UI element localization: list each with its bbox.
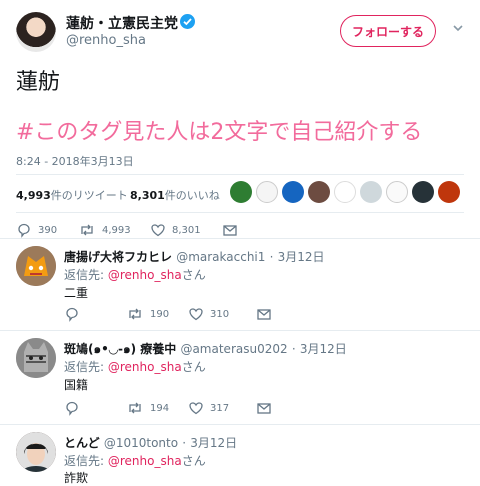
liker-avatar[interactable] (334, 181, 356, 203)
tweet-stats: 4,993件のリツイート 8,301件のいいね (16, 178, 464, 208)
tweet-header: 蓮舫・立憲民主党 @renho_sha フォローする (0, 0, 480, 60)
reply-to-suffix: さん (181, 360, 206, 374)
mail-icon (257, 403, 271, 414)
direct-message-button[interactable] (222, 222, 244, 238)
reply-avatar[interactable] (16, 338, 56, 378)
liker-avatar[interactable] (412, 181, 434, 203)
divider (0, 238, 480, 239)
reply-avatar[interactable] (16, 246, 56, 286)
retweet-button[interactable]: 194 (126, 400, 169, 416)
liker-avatar[interactable] (230, 181, 252, 203)
reply-text: 詐欺 (64, 471, 89, 485)
like-count: 317 (210, 402, 230, 414)
reply-icon (66, 307, 78, 322)
hashtag-link[interactable]: #このタグ見た人は2文字で自己紹介する (16, 114, 422, 146)
retweet-stat[interactable]: 4,993件のリツイート (16, 187, 128, 203)
reply-avatar[interactable] (16, 432, 56, 472)
reply-to-line: 返信先: @renho_shaさん (64, 452, 206, 469)
mail-icon (223, 225, 237, 236)
reply-date[interactable]: 3月12日 (300, 342, 347, 356)
tweet-text: 蓮舫 (16, 70, 61, 95)
retweet-count-label: 件のリツイート (50, 189, 128, 202)
reply-icon (66, 401, 78, 416)
divider (16, 212, 464, 213)
retweet-count: 4,993 (16, 189, 51, 202)
reply-to-suffix: さん (181, 268, 206, 282)
liker-avatar[interactable] (308, 181, 330, 203)
mention-link[interactable]: @renho_sha (108, 268, 182, 282)
divider (16, 174, 464, 175)
direct-message-button[interactable] (256, 400, 278, 416)
like-stat[interactable]: 8,301件のいいね (130, 187, 220, 203)
heart-icon (189, 308, 203, 321)
mention-link[interactable]: @renho_sha (108, 360, 182, 374)
reply-author[interactable]: 斑鳩(๑•◡-๑) 療養中 @amaterasu0202 · 3月12日 (64, 340, 347, 359)
retweet-icon (81, 224, 93, 236)
cat-avatar-icon (16, 338, 56, 378)
chevron-down-icon[interactable] (452, 22, 464, 34)
reply-author[interactable]: 唐揚げ大将フカヒレ @marakacchi1 · 3月12日 (64, 248, 325, 265)
person-avatar-icon (16, 432, 56, 472)
retweet-icon (129, 402, 141, 414)
reply-author-name: 斑鳩(๑•◡-๑) 療養中 (64, 342, 177, 356)
verified-badge-icon (180, 14, 195, 29)
reply-to-prefix: 返信先: (64, 454, 105, 468)
reply-separator: · (269, 250, 274, 264)
reply-button[interactable] (64, 306, 86, 322)
liker-avatar[interactable] (386, 181, 408, 203)
reply-icon (18, 223, 30, 238)
reply-button[interactable]: 390 (16, 222, 57, 238)
reply-author-name: とんど (64, 436, 100, 450)
reply-author[interactable]: とんど @1010tonto · 3月12日 (64, 434, 237, 451)
reply-handle: @1010tonto (103, 436, 179, 450)
reply-text: 国籍 (64, 378, 89, 392)
retweet-button[interactable]: 190 (126, 306, 169, 322)
retweet-count: 4,993 (102, 224, 131, 236)
avatar[interactable] (16, 12, 56, 52)
divider (0, 330, 480, 331)
retweet-button[interactable]: 4,993 (78, 222, 131, 238)
tweet-timestamp[interactable]: 8:24 - 2018年3月13日 (16, 153, 134, 169)
reply-separator: · (291, 342, 296, 356)
reply-count: 390 (38, 224, 58, 236)
retweet-icon (129, 308, 141, 320)
reply-handle: @amaterasu0202 (180, 342, 288, 356)
mail-icon (257, 309, 271, 320)
divider (0, 424, 480, 425)
like-count-label: 件のいいね (164, 189, 220, 202)
reply-button[interactable] (64, 400, 86, 416)
reply-date[interactable]: 3月12日 (278, 250, 325, 264)
heart-icon (151, 224, 165, 237)
reply-to-prefix: 返信先: (64, 268, 105, 282)
reply-separator: · (182, 436, 187, 450)
follow-button[interactable]: フォローする (340, 15, 436, 47)
reply-author-name: 唐揚げ大将フカヒレ (64, 250, 173, 264)
like-button[interactable]: 317 (188, 400, 229, 416)
reply-to-line: 返信先: @renho_shaさん (64, 358, 206, 375)
mention-link[interactable]: @renho_sha (108, 454, 182, 468)
reply-handle: @marakacchi1 (176, 250, 266, 264)
dragon-avatar-icon (16, 246, 56, 286)
like-count: 310 (210, 308, 230, 320)
reply-to-prefix: 返信先: (64, 360, 105, 374)
like-count: 8,301 (130, 189, 165, 202)
reply-to-line: 返信先: @renho_shaさん (64, 266, 206, 283)
like-button[interactable]: 310 (188, 306, 229, 322)
heart-icon (189, 402, 203, 415)
author-handle[interactable]: @renho_sha (66, 33, 146, 48)
like-count: 8,301 (172, 224, 201, 236)
reply-text: 二重 (64, 286, 89, 300)
liker-avatar[interactable] (282, 181, 304, 203)
retweet-count: 194 (150, 402, 170, 414)
author-name[interactable]: 蓮舫・立憲民主党 (66, 13, 178, 33)
direct-message-button[interactable] (256, 306, 278, 322)
liker-avatar[interactable] (438, 181, 460, 203)
reply-to-suffix: さん (181, 454, 206, 468)
like-button[interactable]: 8,301 (150, 222, 201, 238)
liker-avatar[interactable] (360, 181, 382, 203)
liker-avatar[interactable] (256, 181, 278, 203)
reply-date[interactable]: 3月12日 (190, 436, 237, 450)
retweet-count: 190 (150, 308, 170, 320)
